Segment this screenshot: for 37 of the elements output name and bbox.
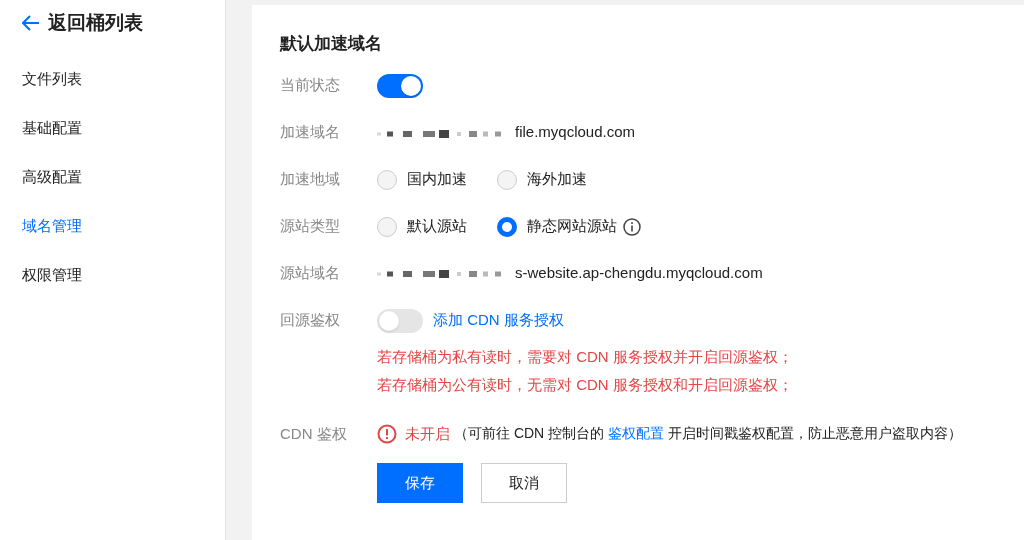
field-label: CDN 鉴权 [280, 423, 348, 444]
status-text: 未开启 [405, 423, 450, 444]
field-label: 回源鉴权 [280, 310, 341, 331]
radio-button[interactable] [497, 169, 517, 190]
field-label: 加速地域 [280, 169, 341, 190]
radio-label[interactable]: 国内加速 [407, 168, 467, 191]
auth-config-link[interactable]: 鉴权配置 [608, 425, 664, 442]
error-icon [377, 423, 397, 444]
back-link[interactable]: 返回桶列表 [48, 8, 143, 38]
save-button[interactable]: 保存 [377, 463, 463, 503]
field-label: 当前状态 [280, 75, 341, 96]
back-arrow-icon[interactable] [22, 15, 40, 31]
sidebar-item[interactable]: 权限管理 [22, 264, 225, 286]
radio-label[interactable]: 默认源站 [407, 215, 467, 238]
domain-value: file.myqcloud.com [515, 122, 636, 143]
warning-note: 若存储桶为公有读时，无需对 CDN 服务授权和开启回源鉴权； [377, 375, 794, 395]
field-label: 源站类型 [280, 216, 341, 237]
sidebar-item[interactable]: 高级配置 [22, 166, 225, 188]
field-label: 源站域名 [280, 263, 341, 284]
radio-label[interactable]: 静态网站源站 [527, 215, 617, 238]
toggle-switch[interactable] [377, 308, 423, 333]
radio-label[interactable]: 海外加速 [527, 168, 587, 191]
radio-button[interactable] [377, 169, 397, 190]
section-title: 默认加速域名 [280, 33, 383, 55]
sidebar-item[interactable]: 基础配置 [22, 117, 225, 139]
sidebar-item[interactable]: 域名管理 [22, 215, 225, 237]
info-icon[interactable] [623, 217, 641, 236]
field-label: 加速域名 [280, 122, 341, 143]
sidebar-item[interactable]: 文件列表 [22, 68, 225, 90]
cancel-button[interactable]: 取消 [481, 463, 567, 503]
toggle-switch[interactable] [377, 73, 423, 98]
add-authorization-link[interactable]: 添加 CDN 服务授权 [433, 309, 564, 332]
radio-button[interactable] [377, 216, 397, 237]
warning-note: 若存储桶为私有读时，需要对 CDN 服务授权并开启回源鉴权； [377, 346, 794, 367]
hint-text: （可前往 CDN 控制台的 鉴权配置 开启时间戳鉴权配置，防止恶意用户盗取内容） [454, 424, 962, 444]
domain-value: s-website.ap-chengdu.myqcloud.com [515, 263, 763, 284]
radio-button[interactable] [497, 216, 517, 237]
